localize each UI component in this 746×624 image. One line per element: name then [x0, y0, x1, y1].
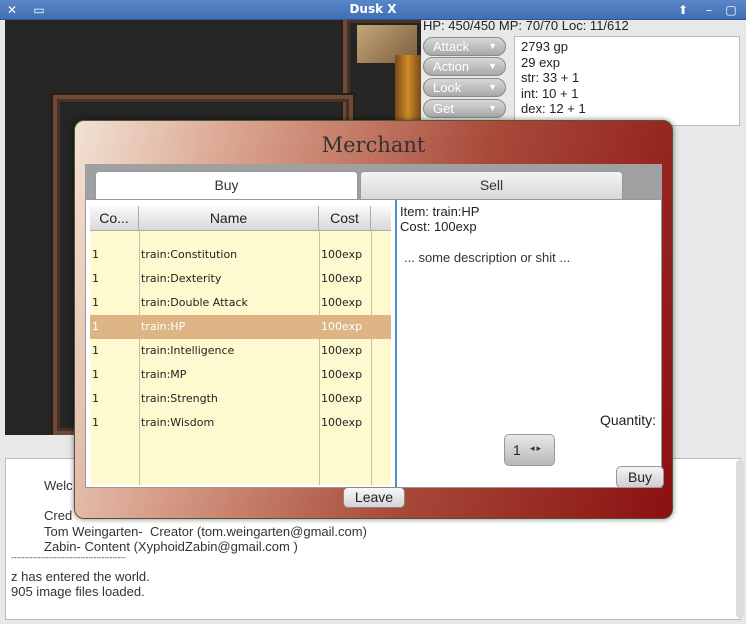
chevron-down-icon: ▼: [488, 103, 497, 113]
count-cell: 1: [92, 344, 99, 357]
action-dropdown[interactable]: Action ▼: [423, 57, 506, 76]
gold-stat: 2793 gp: [521, 39, 568, 54]
count-cell: 1: [92, 392, 99, 405]
get-dropdown[interactable]: Get ▼: [423, 99, 506, 118]
table-row[interactable]: 1 train:Intelligence 100exp: [90, 339, 391, 363]
quantity-value: 1: [513, 442, 521, 458]
cost-cell: 100exp: [321, 416, 363, 429]
status-line: HP: 450/450 MP: 70/70 Loc: 11/612: [423, 18, 629, 33]
chat-line: Zabin- Content (XyphoidZabin@gmail.com ): [44, 539, 298, 554]
count-cell: 1: [92, 296, 99, 309]
table-row[interactable]: 1 train:Dexterity 100exp: [90, 267, 391, 291]
chat-scrollbar[interactable]: [736, 460, 744, 618]
count-cell: 1: [92, 368, 99, 381]
buy-button[interactable]: Buy: [616, 466, 664, 488]
cost-cell: 100exp: [321, 248, 363, 261]
chevron-down-icon: ▼: [488, 61, 497, 71]
str-stat: str: 33 + 1: [521, 70, 580, 85]
action-label: Action: [433, 59, 470, 74]
name-cell: train:Intelligence: [141, 344, 235, 357]
merchant-dialog: Merchant Buy Sell Co... Name Cost 1 train…: [74, 120, 673, 519]
window-title: Dusk X: [349, 2, 397, 16]
attack-dropdown[interactable]: Attack ▼: [423, 37, 506, 56]
table-row[interactable]: 1 train:Strength 100exp: [90, 387, 391, 411]
table-row[interactable]: 1 train:Constitution 100exp: [90, 243, 391, 267]
attack-label: Attack: [433, 39, 470, 54]
column-header-count[interactable]: Co...: [90, 206, 139, 231]
table-row[interactable]: 1 train:MP 100exp: [90, 363, 391, 387]
cost-cell: 100exp: [321, 296, 363, 309]
table-header: Co... Name Cost: [90, 206, 391, 231]
shade-up-icon[interactable]: ⬆: [676, 3, 690, 17]
leave-button[interactable]: Leave: [343, 487, 405, 508]
merchant-tabs: Buy Sell: [85, 164, 662, 200]
cost-cell: 100exp: [321, 320, 363, 333]
title-bar: ✕ ▭ Dusk X ⬆ – ▢: [0, 0, 746, 20]
name-cell: train:Constitution: [141, 248, 238, 261]
cost-cell: 100exp: [321, 368, 363, 381]
cost-cell: 100exp: [321, 272, 363, 285]
item-table[interactable]: Co... Name Cost 1 train:Constitution 100ex…: [90, 206, 391, 485]
column-header-name[interactable]: Name: [139, 206, 319, 231]
chevron-down-icon: ▼: [488, 41, 497, 51]
table-row[interactable]: 1 train:HP 100exp: [90, 315, 391, 339]
tab-buy[interactable]: Buy: [95, 171, 358, 200]
name-cell: train:Double Attack: [141, 296, 248, 309]
dialog-title: Merchant: [321, 133, 426, 157]
table-row[interactable]: 1 train:Wisdom 100exp: [90, 411, 391, 435]
stepper-arrows-icon[interactable]: ◂▸: [530, 443, 543, 454]
name-cell: train:MP: [141, 368, 187, 381]
minimize-icon[interactable]: –: [702, 3, 716, 17]
table-row[interactable]: 1 train:Double Attack 100exp: [90, 291, 391, 315]
count-cell: 1: [92, 248, 99, 261]
quantity-label: Quantity:: [599, 412, 656, 428]
chat-line: Tom Weingarten- Creator (tom.weingarten@…: [44, 524, 367, 539]
name-cell: train:HP: [141, 320, 186, 333]
name-cell: train:Strength: [141, 392, 218, 405]
get-label: Get: [433, 101, 454, 116]
count-cell: 1: [92, 272, 99, 285]
chat-line: z has entered the world.: [11, 569, 150, 584]
look-dropdown[interactable]: Look ▼: [423, 78, 506, 97]
chat-separator: ----------------------------------------…: [11, 553, 126, 562]
count-cell: 1: [92, 320, 99, 333]
count-cell: 1: [92, 416, 99, 429]
item-description: ... some description or shit ...: [404, 250, 571, 265]
maximize-icon[interactable]: ▢: [724, 3, 738, 17]
buy-panel: Co... Name Cost 1 train:Constitution 100ex…: [85, 199, 664, 488]
name-cell: train:Dexterity: [141, 272, 222, 285]
name-cell: train:Wisdom: [141, 416, 215, 429]
dex-stat: dex: 12 + 1: [521, 101, 586, 116]
look-label: Look: [433, 80, 462, 95]
chat-line: 905 image files loaded.: [11, 584, 145, 599]
chevron-down-icon: ▼: [488, 82, 497, 92]
chat-line: Welc: [44, 478, 73, 493]
cost-cell: 100exp: [321, 344, 363, 357]
stats-panel: 2793 gp 29 exp str: 33 + 1 int: 10 + 1 d…: [514, 36, 740, 126]
int-stat: int: 10 + 1: [521, 85, 579, 101]
quantity-stepper[interactable]: 1 ◂▸: [504, 434, 555, 466]
chat-line: Cred: [44, 508, 73, 523]
cost-cell: 100exp: [321, 392, 363, 405]
dusk-window: ✕ ▭ Dusk X ⬆ – ▢ HP: 450/450 MP: 70/70 L…: [0, 0, 746, 624]
split-divider[interactable]: [395, 200, 397, 487]
tab-sell[interactable]: Sell: [360, 171, 623, 200]
item-detail: Item: train:HP Cost: 100exp: [400, 204, 480, 234]
exp-stat: 29 exp: [521, 54, 561, 70]
column-header-cost[interactable]: Cost: [319, 206, 371, 231]
